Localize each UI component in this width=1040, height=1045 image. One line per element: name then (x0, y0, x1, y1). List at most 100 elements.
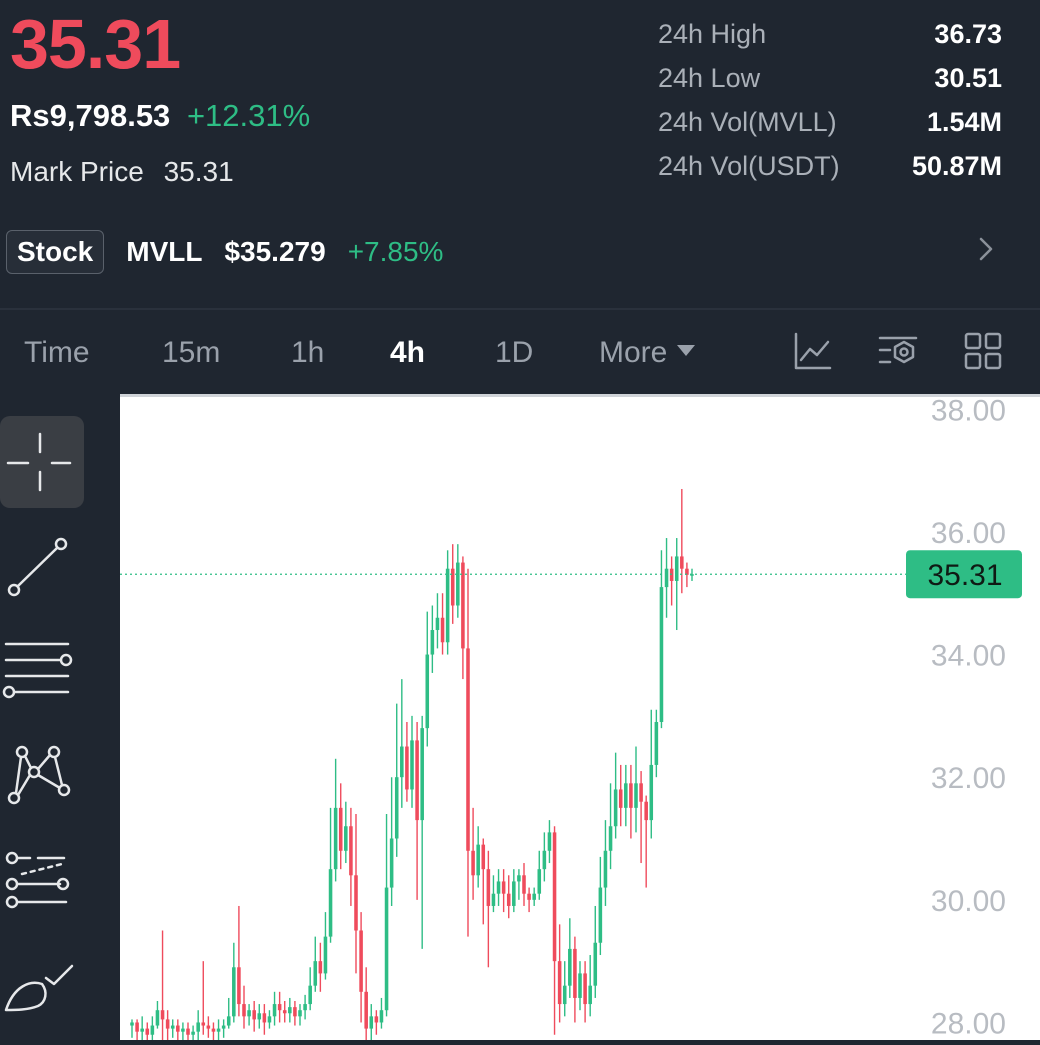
pattern-icon (7, 745, 71, 805)
candle-body (613, 789, 618, 827)
candle-body (247, 1010, 251, 1017)
candle-body (394, 777, 399, 839)
candle-body (272, 1004, 277, 1017)
candle-body (211, 1028, 216, 1032)
candle-body (186, 1028, 190, 1035)
candle-body (420, 728, 424, 821)
candle-body (267, 1016, 272, 1023)
layout-grid-icon[interactable] (962, 330, 1004, 380)
underlying-stock-row[interactable]: Stock MVLL $35.279 +7.85% (6, 228, 1036, 276)
candle-body (354, 875, 358, 931)
candle-body (491, 893, 496, 906)
stat-24h-high: 24h High 36.73 (658, 16, 1002, 60)
tab-15m[interactable]: 15m (162, 336, 220, 370)
candle-body (425, 654, 430, 729)
price-change-percent: +12.31% (186, 98, 311, 133)
candle-body (644, 801, 648, 821)
fiat-price-row: Rs9,798.53 +12.31% (10, 98, 310, 134)
stat-24h-vol-base: 24h Vol(MVLL) 1.54M (658, 104, 1002, 148)
candle-body (359, 930, 363, 992)
candle-body (573, 948, 577, 998)
candle-body (130, 1022, 134, 1026)
candle-body (583, 973, 587, 1005)
candle-body (252, 1010, 256, 1020)
candlestick-chart[interactable]: 38.00 36.00 34.00 32.00 30.00 28.00 35.31 (120, 394, 1040, 1045)
candle-body (369, 1016, 374, 1029)
tab-more[interactable]: More (599, 336, 696, 370)
tab-time[interactable]: Time (24, 336, 90, 370)
candle-body (481, 844, 486, 870)
candle-body (344, 826, 348, 851)
candle-body (557, 961, 562, 1005)
candle-body (496, 881, 501, 894)
candle-body (384, 887, 389, 1011)
candle-body (486, 869, 491, 906)
candle-body (313, 961, 318, 986)
candle-body (282, 1010, 287, 1014)
candle-body (338, 807, 343, 851)
candle-body (155, 1010, 160, 1026)
candle-body (588, 985, 592, 1005)
candle-body (333, 807, 338, 870)
candle-body (674, 556, 679, 581)
indicator-icon[interactable] (792, 330, 834, 380)
stats-panel: 24h High 36.73 24h Low 30.51 24h Vol(MVL… (658, 16, 1002, 192)
stat-value: 36.73 (934, 19, 1002, 49)
brush-tool[interactable] (0, 944, 84, 1036)
candle-body (277, 1004, 282, 1011)
tab-1h[interactable]: 1h (291, 336, 324, 370)
candle-body (654, 722, 659, 765)
y-tick-label: 38.00 (931, 397, 1006, 427)
fibonacci-icon (5, 851, 70, 909)
candle-body (552, 832, 557, 962)
candle-body (578, 973, 582, 998)
crosshair-tool[interactable] (0, 416, 84, 508)
trend-line-tool[interactable] (0, 524, 84, 616)
candle-body (618, 789, 623, 808)
fiat-price: Rs9,798.53 (10, 98, 171, 133)
candle-body (562, 985, 567, 1005)
stat-label: 24h Vol(MVLL) (658, 107, 837, 137)
candle-body (298, 1010, 302, 1017)
horizontal-lines-tool[interactable] (0, 620, 84, 712)
candle-body (501, 881, 506, 894)
chevron-right-icon[interactable] (978, 236, 994, 269)
candle-body (364, 991, 368, 1029)
pattern-tool[interactable] (0, 728, 84, 820)
candle-body (471, 850, 475, 876)
candle-body (176, 1025, 180, 1032)
candle-body (191, 1031, 195, 1035)
candle-body (476, 844, 480, 876)
candle-body (532, 893, 536, 900)
candle-body (389, 838, 394, 888)
current-price-label: 35.31 (927, 559, 1002, 592)
crosshair-icon (6, 432, 72, 492)
candle-body (649, 764, 654, 821)
candle-body (461, 562, 465, 649)
candle-body (512, 881, 516, 906)
candle-body (237, 967, 241, 1005)
candle-body (639, 783, 643, 802)
stat-label: 24h High (658, 19, 767, 49)
trend-line-icon (7, 537, 68, 597)
candle-body (568, 948, 572, 986)
candle-body (328, 869, 333, 937)
candle-body (349, 826, 353, 876)
tab-1d[interactable]: 1D (495, 336, 533, 370)
candle-body (415, 740, 419, 821)
candle-body (323, 936, 328, 974)
stat-24h-low: 24h Low 30.51 (658, 60, 1002, 104)
candle-body (221, 1025, 226, 1029)
chart-settings-icon[interactable] (876, 330, 920, 380)
tab-4h[interactable]: 4h (390, 336, 425, 370)
candle-body (318, 961, 323, 974)
stat-value: 1.54M (926, 107, 1002, 137)
candle-body (506, 893, 511, 906)
candle-body (216, 1028, 221, 1032)
candle-body (201, 1022, 206, 1026)
price-chart[interactable]: 38.00 36.00 34.00 32.00 30.00 28.00 35.31 (120, 394, 1040, 1045)
candle-body (542, 850, 547, 870)
candle-body (522, 875, 526, 894)
candle-body (466, 648, 470, 851)
fibonacci-tool[interactable] (0, 836, 84, 928)
